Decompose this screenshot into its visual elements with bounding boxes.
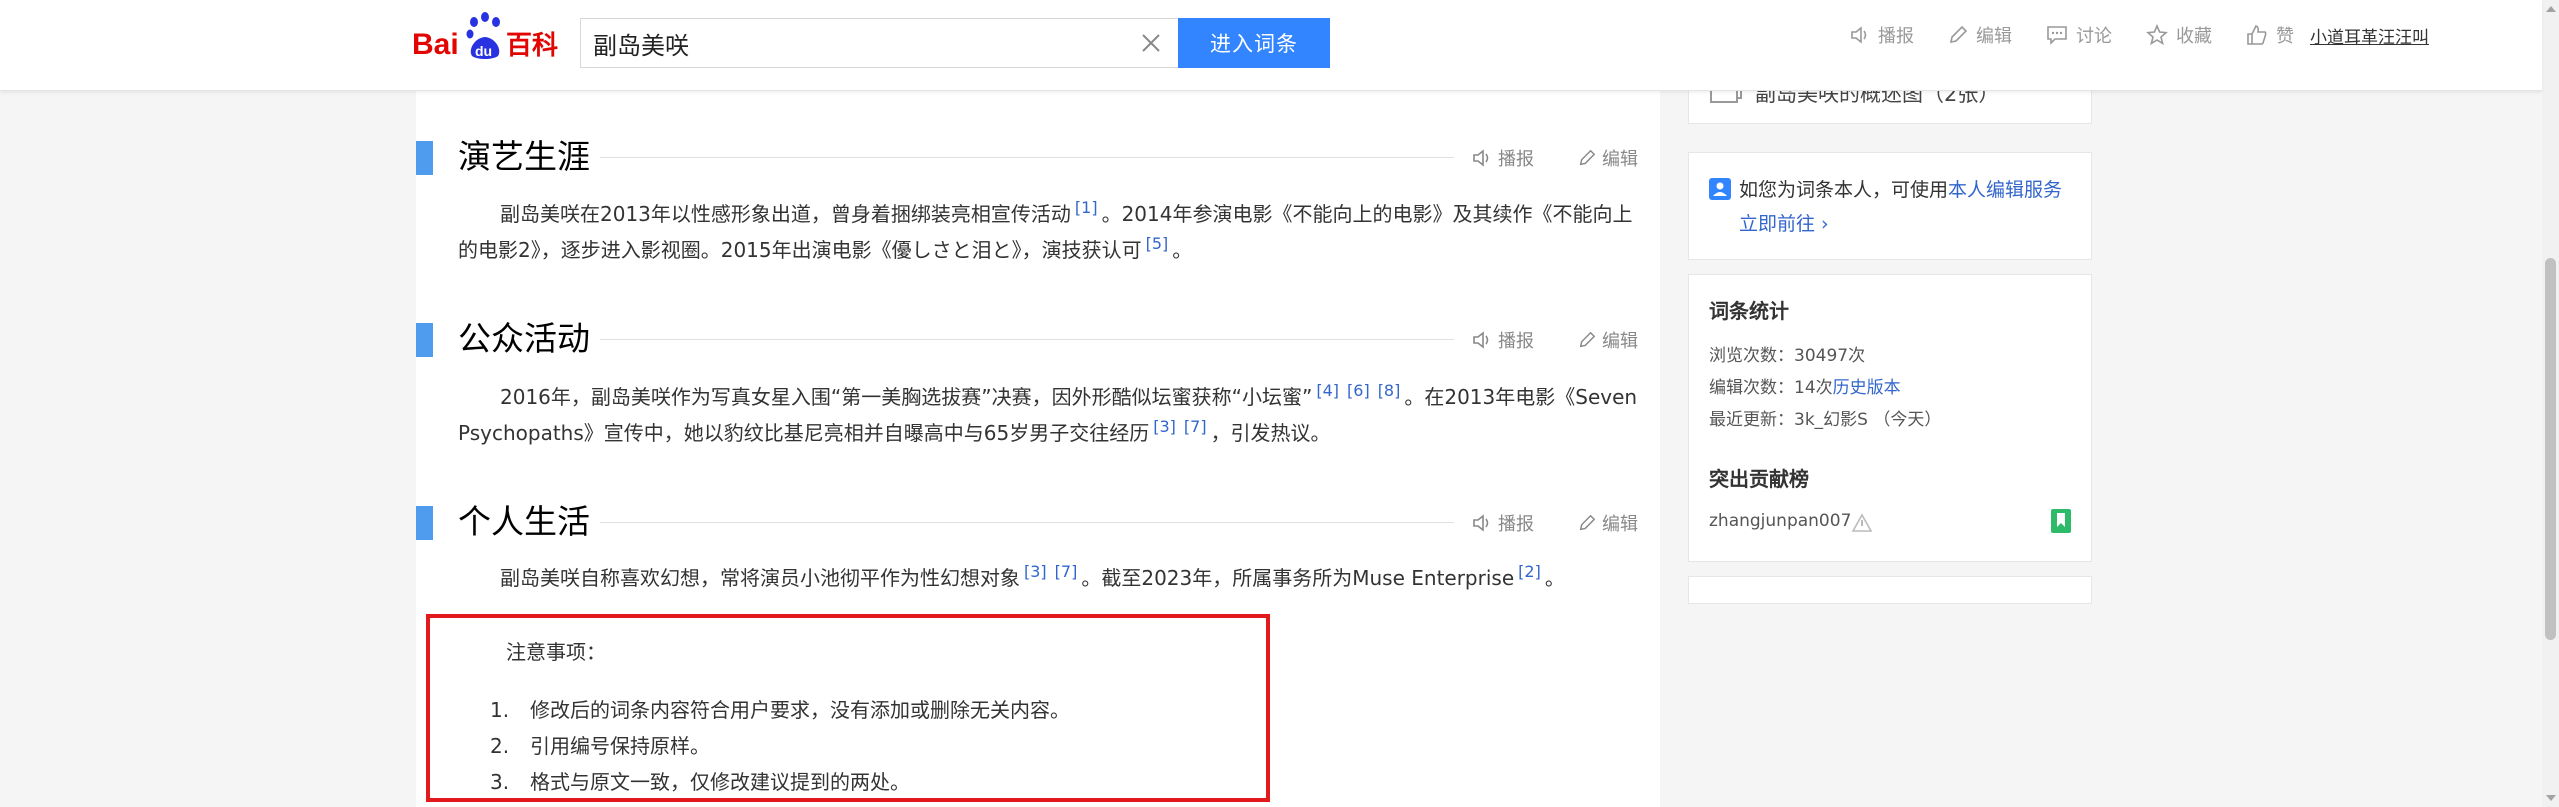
entry-stats-card: 词条统计 浏览次数：30497次 编辑次数：14次历史版本 最近更新：3k_幻影… <box>1688 274 2092 562</box>
history-version-link[interactable]: 历史版本 <box>1833 378 1901 398</box>
discuss-action[interactable]: 讨论 <box>2046 22 2112 48</box>
user-name-link[interactable]: 小道耳革汪汪叫 <box>2310 23 2429 48</box>
section-header-public-activity: 公众活动 播报 编辑 <box>416 319 1660 359</box>
section-title: 公众活动 <box>458 319 600 359</box>
user-badge-icon <box>1709 178 1731 200</box>
pencil-icon <box>1949 25 1968 44</box>
citation-ref[interactable]: [7] <box>1055 562 1078 581</box>
baidu-baike-logo[interactable]: Bai du 百科 <box>412 10 568 66</box>
section-divider <box>566 157 1454 158</box>
section-divider <box>566 522 1454 523</box>
last-updated-row: 最近更新：3k_幻影S （今天） <box>1709 410 1942 430</box>
search-input[interactable] <box>593 19 1113 67</box>
edit-action[interactable]: 编辑 <box>1948 22 2012 48</box>
section-title: 演艺生涯 <box>458 137 600 177</box>
speaker-icon <box>1473 331 1489 349</box>
section-divider <box>566 339 1454 340</box>
speaker-icon <box>1851 26 1867 44</box>
note-item: 1. 修改后的词条内容符合用户要求，没有添加或删除无关内容。 <box>490 698 1070 722</box>
warning-triangle-icon <box>1851 513 1873 532</box>
svg-text:du: du <box>475 43 492 59</box>
thumbs-up-icon <box>2247 25 2267 45</box>
scroll-up-arrow[interactable] <box>2546 6 2556 12</box>
stats-title: 词条统计 <box>1709 299 1789 323</box>
contributor-name[interactable]: zhangjunpan007 <box>1709 511 1851 531</box>
top-actions: 播报 编辑 讨论 收藏 赞 小道耳革汪汪叫 <box>1850 20 2429 50</box>
note-title: 注意事项： <box>506 640 606 664</box>
note-item: 2. 引用编号保持原样。 <box>490 734 710 758</box>
claim-text: 如您为词条本人，可使用本人编辑服务 立即前往 › <box>1739 179 2063 235</box>
citation-ref[interactable]: [8] <box>1378 381 1401 400</box>
pencil-icon <box>1579 331 1596 348</box>
star-icon <box>2146 24 2168 46</box>
citation-ref[interactable]: [7] <box>1184 417 1207 436</box>
speaker-icon <box>1473 149 1489 167</box>
speaker-icon <box>1473 514 1489 532</box>
section-title: 个人生活 <box>458 502 600 542</box>
pencil-icon <box>1579 514 1596 531</box>
edits-row: 编辑次数：14次历史版本 <box>1709 378 1901 398</box>
claim-entry-card: 如您为词条本人，可使用本人编辑服务 立即前往 › <box>1688 152 2092 260</box>
note-item: 3. 格式与原文一致，仅修改建议提到的两处。 <box>490 770 910 794</box>
section-edit-button[interactable]: 编辑 <box>1578 145 1638 171</box>
pencil-icon <box>1579 149 1596 166</box>
section-broadcast-button[interactable]: 播报 <box>1472 510 1534 536</box>
section-marker <box>416 141 433 175</box>
broadcast-action[interactable]: 播报 <box>1850 22 1914 48</box>
close-icon[interactable] <box>1140 32 1162 54</box>
citation-ref[interactable]: [2] <box>1518 562 1541 581</box>
paragraph-public-activity: 2016年，副岛美咲作为写真女星入围“第一美胸选拔赛”决赛，因外形酷似坛蜜获称“… <box>458 381 1638 445</box>
favorite-action[interactable]: 收藏 <box>2146 22 2212 48</box>
sidebar-empty-card <box>1688 576 2092 604</box>
section-marker <box>416 323 433 357</box>
section-edit-button[interactable]: 编辑 <box>1578 327 1638 353</box>
scrollbar-thumb[interactable] <box>2545 258 2556 640</box>
section-marker <box>416 506 433 540</box>
citation-ref[interactable]: [4] <box>1316 381 1339 400</box>
enter-entry-button[interactable]: 进入词条 <box>1178 18 1330 68</box>
self-edit-service-link[interactable]: 本人编辑服务 <box>1948 179 2062 201</box>
citation-ref[interactable]: [3] <box>1024 562 1047 581</box>
like-action[interactable]: 赞 <box>2246 22 2294 48</box>
citation-ref[interactable]: [3] <box>1153 417 1176 436</box>
bookmark-badge-icon <box>2051 509 2071 533</box>
go-now-link[interactable]: 立即前往 › <box>1739 213 1829 235</box>
article-content: 演艺生涯 播报 编辑 副岛美咲在2013年以性感形象出道，曾身着捆绑装亮相宣传活… <box>416 90 1660 807</box>
section-header-personal-life: 个人生活 播报 编辑 <box>416 502 1660 542</box>
search-box <box>580 18 1178 68</box>
svg-text:百科: 百科 <box>506 31 558 61</box>
citation-ref[interactable]: [6] <box>1347 381 1370 400</box>
comment-icon <box>2047 26 2067 45</box>
citation-ref[interactable]: [5] <box>1146 234 1169 253</box>
svg-text:Bai: Bai <box>412 28 459 61</box>
section-header-career: 演艺生涯 播报 编辑 <box>416 137 1660 177</box>
section-edit-button[interactable]: 编辑 <box>1578 510 1638 536</box>
contributors-title: 突出贡献榜 <box>1709 467 1809 491</box>
scroll-down-arrow[interactable] <box>2546 795 2556 801</box>
citation-ref[interactable]: [1] <box>1075 198 1098 217</box>
note-box: 注意事项： 1. 修改后的词条内容符合用户要求，没有添加或删除无关内容。 2. 引用… <box>426 614 1270 802</box>
section-broadcast-button[interactable]: 播报 <box>1472 145 1534 171</box>
views-row: 浏览次数：30497次 <box>1709 346 1866 366</box>
section-broadcast-button[interactable]: 播报 <box>1472 327 1534 353</box>
paragraph-personal-life: 副岛美咲自称喜欢幻想，常将演员小池彻平作为性幻想对象 [3] [7] 。截至2023年… <box>500 562 1565 590</box>
paragraph-career: 副岛美咲在2013年以性感形象出道，曾身着捆绑装亮相宣传活动 [1] 。2014年参… <box>458 198 1633 262</box>
top-bar: Bai du 百科 进入词条 播报 编辑 讨 <box>0 0 2542 91</box>
